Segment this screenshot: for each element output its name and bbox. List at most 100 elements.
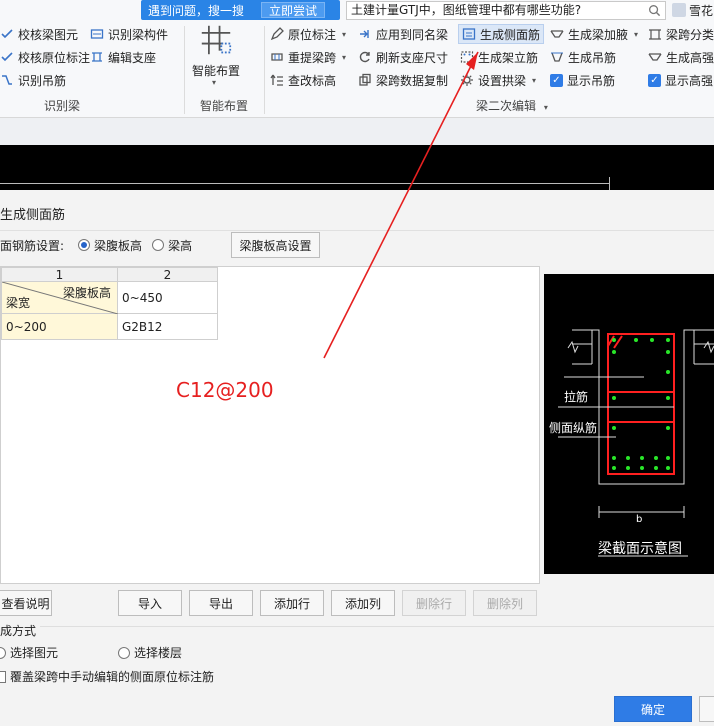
edit-support-button[interactable]: 编辑支座 (90, 47, 156, 67)
refresh-support-size-button[interactable]: 刷新支座尺寸 (358, 47, 448, 67)
generate-haunch-button[interactable]: 生成梁加腋 ▾ (550, 24, 638, 44)
checkbox-empty-icon (0, 670, 6, 683)
hanger-icon (0, 73, 14, 87)
try-now-button[interactable]: 立即尝试 (261, 2, 325, 18)
cancel-button[interactable] (699, 696, 714, 722)
range-header-cell[interactable]: 0~450 (117, 281, 218, 314)
radio-empty-icon (118, 646, 130, 659)
gear-icon (460, 73, 474, 87)
edit-support-label: 编辑支座 (108, 50, 157, 65)
select-element-radio[interactable]: 选择图元 (0, 644, 58, 661)
generate-side-rebar-button[interactable]: 生成侧面筋 (458, 24, 545, 44)
setting-label: 面钢筋设置: (0, 238, 65, 253)
group-divider (184, 26, 185, 114)
select-element-label: 选择图元 (10, 646, 59, 660)
rebar-table: 1 2 梁腹板高 梁宽 0~450 0~200 G2B12 (1, 267, 218, 340)
search-input[interactable]: 土建计量GTJ中，图纸管理中都有哪些功能? (346, 1, 666, 20)
span-classify-button[interactable]: 梁跨分类 (648, 24, 714, 44)
show-hanger-label: 显示吊筋 (567, 73, 616, 88)
generate-haunch-label: 生成梁加腋 (568, 27, 629, 42)
drawing-canvas[interactable] (0, 145, 714, 190)
table-row: 梁腹板高 梁宽 0~450 (1, 281, 218, 314)
web-height-radio-label: 梁腹板高 (94, 238, 143, 253)
corner-web-height-label: 梁腹板高 (62, 286, 111, 300)
apply-same-name-beam-button[interactable]: 应用到同名梁 (358, 24, 448, 44)
tie-bar-label: 拉筋 (564, 390, 589, 404)
chevron-down-icon: ▾ (342, 52, 347, 62)
delete-column-button[interactable]: 删除列 (473, 590, 537, 616)
chevron-down-icon: ▾ (634, 29, 639, 39)
cad-line (0, 183, 610, 184)
beam-height-radio-label: 梁高 (168, 238, 193, 253)
column-header-2[interactable]: 2 (117, 267, 218, 282)
group-label-secondary-edit: 梁二次编辑 ▾ (476, 97, 548, 114)
smart-layout-button[interactable]: 智能布置 ▾ (190, 24, 242, 90)
recognize-beam-component-button[interactable]: 识别梁构件 (90, 24, 168, 44)
beam-height-radio[interactable]: 梁高 (152, 237, 192, 254)
help-tip-text: 遇到问题，搜一搜 (148, 3, 245, 18)
section-caption: 梁截面示意图 (598, 541, 682, 557)
check-in-place-annotation-label: 校核原位标注 (18, 50, 91, 65)
generate-erection-rebar-label: 生成架立筋 (478, 50, 539, 65)
column-header-1[interactable]: 1 (1, 267, 118, 282)
radio-empty-icon (152, 239, 165, 251)
show-high-strength-label: 显示高强 (665, 73, 714, 88)
table-row: 0~200 G2B12 (1, 313, 218, 340)
import-button[interactable]: 导入 (118, 590, 182, 616)
rebar-table-panel: 1 2 梁腹板高 梁宽 0~450 0~200 G2B12 (0, 266, 540, 584)
search-input-text: 土建计量GTJ中，图纸管理中都有哪些功能? (351, 3, 582, 17)
group-divider (264, 26, 265, 114)
search-icon[interactable] (648, 4, 661, 17)
generate-hanger-button[interactable]: 生成吊筋 (550, 47, 616, 67)
generate-side-rebar-label: 生成侧面筋 (480, 27, 541, 42)
cad-line (609, 177, 610, 190)
corner-beam-width-label: 梁宽 (6, 296, 31, 310)
delete-row-button[interactable]: 删除行 (402, 590, 466, 616)
select-floor-radio[interactable]: 选择楼层 (118, 644, 182, 661)
group-label-secondary-edit-text: 梁二次编辑 (476, 99, 537, 113)
show-hanger-checkbox[interactable]: ✓ 显示吊筋 (550, 70, 615, 90)
check-beam-elements-button[interactable]: 校核梁图元 (0, 24, 78, 44)
generate-erection-rebar-button[interactable]: 生成架立筋 (460, 47, 538, 67)
toolbar-strip (0, 118, 714, 145)
re-extract-span-button[interactable]: 重提梁跨 ▾ (270, 47, 346, 67)
generate-hanger-label: 生成吊筋 (568, 50, 617, 65)
smart-layout-label: 智能布置 (192, 64, 241, 78)
view-help-button[interactable]: 查看说明 (0, 590, 52, 616)
checkbox-checked-icon: ✓ (550, 73, 563, 87)
set-arch-beam-button[interactable]: 设置拱梁 ▾ (460, 70, 536, 90)
show-high-strength-checkbox[interactable]: ✓ 显示高强 (648, 70, 713, 90)
recognize-hanger-button[interactable]: 识别吊筋 (0, 70, 66, 90)
user-account[interactable]: 雪花 (672, 0, 713, 20)
group-label-smart-layout: 智能布置 (200, 99, 249, 113)
ok-button[interactable]: 确定 (614, 696, 692, 722)
help-tip: 遇到问题，搜一搜 立即尝试 (141, 0, 340, 20)
web-height-radio[interactable]: 梁腹板高 (78, 237, 142, 254)
rebar-value-cell[interactable]: G2B12 (117, 313, 218, 340)
row-label-cell[interactable]: 0~200 (1, 313, 118, 340)
chevron-down-icon[interactable]: ▾ (544, 103, 548, 112)
span-icon (270, 50, 284, 64)
annotation-icon (270, 27, 284, 41)
hanger-icon (550, 50, 564, 64)
classify-icon (648, 27, 662, 41)
export-button[interactable]: 导出 (189, 590, 253, 616)
ribbon: 遇到问题，搜一搜 立即尝试 土建计量GTJ中，图纸管理中都有哪些功能? 雪花 校… (0, 0, 714, 118)
check-elevation-button[interactable]: 查改标高 (270, 70, 336, 90)
override-manual-annotation-checkbox[interactable]: 覆盖梁跨中手动编辑的侧面原位标注筋 (0, 668, 214, 685)
check-in-place-annotation-button[interactable]: 校核原位标注 (0, 47, 90, 67)
recognize-icon (90, 27, 104, 41)
set-arch-beam-label: 设置拱梁 (478, 73, 527, 88)
side-rebar-icon (462, 27, 476, 41)
elevation-icon (270, 73, 284, 87)
chevron-down-icon: ▾ (342, 29, 347, 39)
copy-span-data-button[interactable]: 梁跨数据复制 (358, 70, 448, 90)
web-height-setting-button[interactable]: 梁腹板高设置 (231, 232, 320, 258)
add-row-button[interactable]: 添加行 (260, 590, 324, 616)
in-place-annotation-button[interactable]: 原位标注 ▾ (270, 24, 346, 44)
generate-high-strength-button[interactable]: 生成高强 (648, 47, 714, 67)
recognize-beam-component-label: 识别梁构件 (108, 27, 169, 42)
add-column-button[interactable]: 添加列 (331, 590, 395, 616)
help-search-strip: 遇到问题，搜一搜 立即尝试 土建计量GTJ中，图纸管理中都有哪些功能? 雪花 (141, 0, 714, 22)
re-extract-span-label: 重提梁跨 (288, 50, 337, 65)
